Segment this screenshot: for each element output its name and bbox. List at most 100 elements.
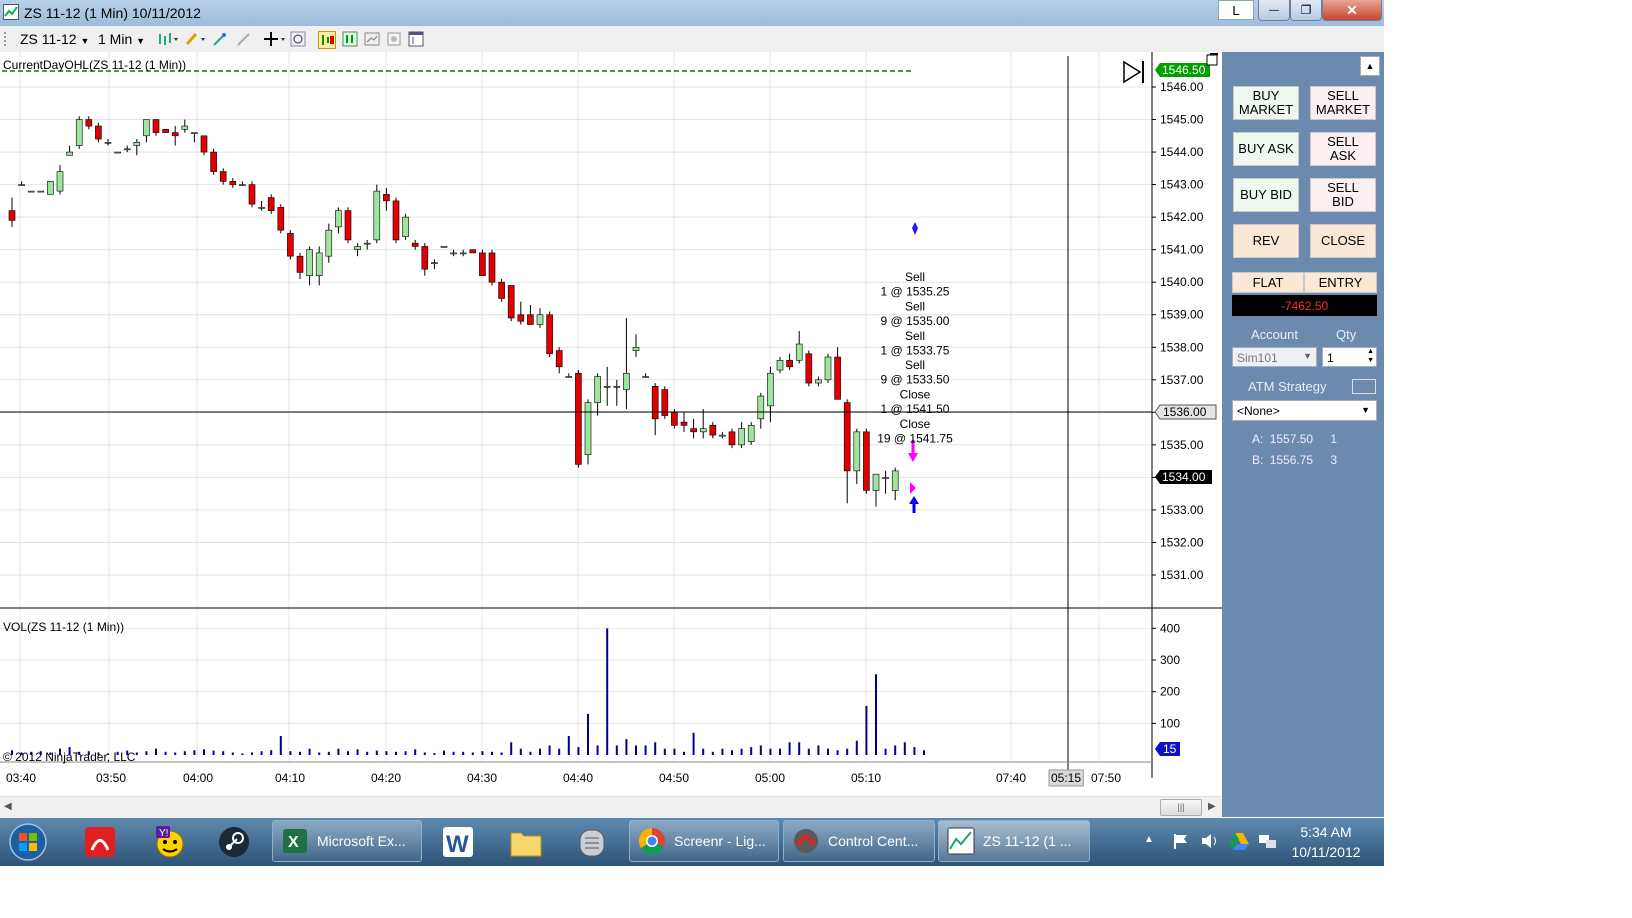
candle — [651, 383, 659, 436]
start-button[interactable] — [8, 822, 48, 862]
candle — [181, 119, 189, 133]
folder-icon[interactable] — [506, 822, 546, 862]
action-center-flag-icon[interactable] — [1172, 832, 1190, 853]
volume-label: VOL(ZS 11-12 (1 Min)) — [3, 620, 124, 634]
execution-annotation: Sell9 @ 1535.00 — [881, 299, 950, 328]
scroll-left-icon[interactable]: ◀ — [4, 801, 12, 812]
candle — [56, 165, 64, 195]
toolbar-grip[interactable] — [4, 32, 14, 46]
time-tick-label: 05:00 — [755, 771, 785, 785]
taskbar-item-chart[interactable]: ZS 11-12 (1 ... — [938, 820, 1090, 862]
buy-market-label: BUY MARKET — [1238, 88, 1294, 117]
quantity-stepper[interactable]: 1 ▲ ▼ — [1322, 347, 1377, 367]
buy-market-button[interactable]: BUY MARKET — [1233, 86, 1299, 120]
price-tick-label: 1542.00 — [1160, 210, 1204, 224]
maximize-button[interactable]: ❐ — [1290, 0, 1322, 21]
atm-strategy-select[interactable]: <None> ▼ — [1232, 400, 1377, 421]
candle-body — [834, 356, 841, 400]
candle — [66, 145, 73, 156]
sell-ask-button[interactable]: SELL ASK — [1310, 132, 1376, 166]
stepper-up-icon[interactable]: ▲ — [1367, 348, 1374, 355]
minimize-button[interactable]: — — [1258, 0, 1290, 21]
candle — [27, 190, 35, 193]
price-tick-label: 1541.00 — [1160, 243, 1204, 257]
ask-size: 1 — [1330, 432, 1338, 446]
candle — [623, 317, 630, 410]
steam-icon[interactable] — [214, 822, 254, 862]
sell-bid-button[interactable]: SELL BID — [1310, 178, 1376, 212]
candle-body — [671, 412, 678, 426]
candle — [719, 431, 726, 439]
execution-side: Sell — [905, 358, 925, 372]
scroll-thumb[interactable]: ||| — [1160, 799, 1202, 816]
candle-body — [200, 135, 208, 153]
cursor-icon[interactable] — [212, 31, 228, 47]
close-button[interactable]: ✕ — [1322, 0, 1382, 21]
atm-strategy-config-button[interactable] — [1352, 379, 1376, 394]
ask-row: A: 1557.50 1 — [1252, 432, 1337, 446]
collapse-up-icon[interactable]: ▲ — [1360, 56, 1380, 76]
properties-icon[interactable] — [342, 31, 358, 47]
bars-icon[interactable] — [157, 31, 178, 47]
google-drive-icon[interactable] — [1228, 831, 1250, 854]
candle — [815, 376, 822, 387]
data-box-icon[interactable] — [364, 31, 380, 47]
candle — [315, 246, 323, 286]
taskbar-item-excel[interactable]: X Microsoft Ex... — [272, 820, 422, 862]
system-clock[interactable]: 5:34 AM 10/11/2012 — [1288, 822, 1364, 862]
time-tick-label: 03:50 — [96, 771, 126, 785]
buy-bid-button[interactable]: BUY BID — [1233, 178, 1299, 212]
candle — [152, 119, 160, 136]
taskbar-item-control-center[interactable]: Control Cent... — [783, 820, 935, 862]
buy-ask-button[interactable]: BUY ASK — [1233, 132, 1299, 166]
price-tick-label: 1545.00 — [1160, 113, 1204, 127]
account-select[interactable]: Sim101 ▼ — [1232, 347, 1317, 367]
eraser-icon[interactable] — [236, 31, 252, 47]
show-hidden-icons[interactable]: ▲ — [1144, 834, 1154, 845]
atm-strategy-label: ATM Strategy — [1248, 379, 1327, 394]
price-tick-label: 1544.00 — [1160, 145, 1204, 159]
close-position-button[interactable]: CLOSE — [1310, 224, 1376, 258]
interval-selector[interactable]: 1 Min ▼ — [98, 31, 145, 47]
sell-market-button[interactable]: SELL MARKET — [1310, 86, 1376, 120]
quantity-value: 1 — [1327, 351, 1334, 365]
time-tick-label: 03:40 — [6, 771, 36, 785]
chart-trader-icon[interactable] — [318, 31, 336, 49]
window-title-bar[interactable]: ZS 11-12 (1 Min) 10/11/2012 L — ❐ ✕ — [0, 0, 1384, 27]
candle-body — [363, 242, 371, 245]
screenshot-icon[interactable] — [386, 31, 402, 47]
candle-body — [402, 216, 409, 237]
svg-text:1536.00: 1536.00 — [1163, 405, 1207, 419]
instrument-selector[interactable]: ZS 11-12 ▼ — [20, 31, 89, 47]
network-icon[interactable] — [1258, 832, 1278, 853]
high-price-flag: 1546.50 — [1155, 63, 1210, 77]
zoom-icon[interactable] — [290, 31, 306, 47]
word-icon[interactable]: W — [438, 822, 478, 862]
candle — [114, 151, 121, 154]
candle — [507, 285, 515, 322]
crosshair-icon[interactable] — [263, 31, 285, 47]
price-chart-area[interactable]: CurrentDayOHL(ZS 11-12 (1 Min)) VOL(ZS 1… — [0, 52, 1222, 817]
scroll-to-end-icon[interactable] — [1123, 60, 1144, 84]
volume-icon[interactable] — [1200, 832, 1220, 853]
candle-body — [776, 359, 784, 371]
candle — [37, 190, 45, 193]
candlestick-chart[interactable]: CurrentDayOHL(ZS 11-12 (1 Min)) VOL(ZS 1… — [0, 52, 1222, 817]
horizontal-scrollbar[interactable]: ◀ ||| ▶ — [0, 796, 1222, 818]
scroll-right-icon[interactable]: ▶ — [1208, 801, 1216, 812]
candle — [296, 252, 304, 279]
yahoo-messenger-icon[interactable]: Y! — [150, 822, 190, 862]
window-icon[interactable] — [408, 31, 424, 47]
maximize-panel-icon[interactable] — [1206, 53, 1218, 66]
candle-body — [95, 125, 102, 140]
pencil-icon[interactable] — [184, 31, 205, 47]
link-button[interactable]: L — [1218, 0, 1254, 20]
taskbar-item-chrome[interactable]: Screenr - Lig... — [629, 820, 779, 862]
mail-icon[interactable] — [572, 822, 612, 862]
candle — [75, 116, 83, 149]
acrobat-icon[interactable] — [80, 822, 120, 862]
stepper-down-icon[interactable]: ▼ — [1367, 357, 1374, 364]
bid-row: B: 1556.75 3 — [1252, 453, 1337, 467]
reverse-button[interactable]: REV — [1233, 224, 1299, 258]
time-tick-label: 07:40 — [996, 771, 1026, 785]
